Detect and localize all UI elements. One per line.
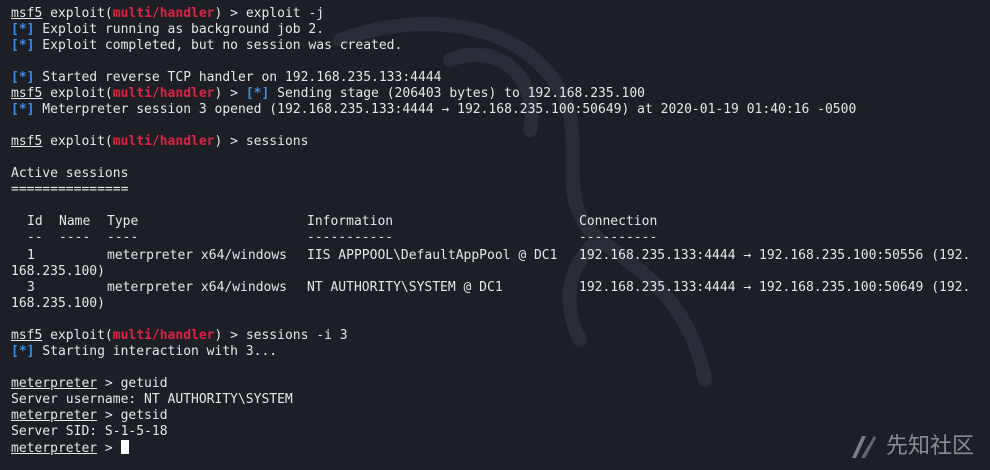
prompt-user: msf5: [11, 328, 43, 343]
command-text: sessions: [245, 134, 309, 149]
sessions-table-header-rule: -- ---- ---- ----------- ----------: [27, 230, 658, 245]
watermark-text: 先知社区: [885, 434, 974, 459]
table-row-wrap: 168.235.100): [11, 264, 105, 279]
header-type: Type: [107, 214, 139, 229]
header-connection: Connection: [579, 214, 658, 229]
sessions-rule: ===============: [11, 182, 129, 197]
session-connection: 192.168.235.133:4444 → 192.168.235.100:5…: [579, 248, 971, 263]
sessions-table-header: Id Name Type Information Connection: [11, 214, 990, 230]
output-line: Server SID: S-1-5-18: [11, 424, 168, 439]
status-line: [*] Exploit running as background job 2.: [11, 22, 325, 37]
xianzhi-logo-icon: [851, 436, 876, 458]
session-type: meterpreter x64/windows: [107, 248, 288, 263]
status-marker: [*]: [245, 86, 270, 101]
prompt-line: msf5 exploit(multi/handler) > sessions: [11, 134, 309, 149]
table-row: 1 meterpreter x64/windows IIS APPPOOL\De…: [11, 248, 990, 264]
status-marker: [*]: [11, 102, 35, 117]
session-id: 3: [27, 280, 35, 295]
prompt-module: multi/handler: [112, 328, 215, 343]
header-name: Name: [59, 214, 91, 229]
session-id: 1: [27, 248, 35, 263]
status-marker: [*]: [11, 70, 35, 85]
status-line: [*] Exploit completed, but no session wa…: [11, 38, 403, 53]
command-text: exploit -j: [245, 6, 325, 21]
prompt-user: msf5: [11, 86, 43, 101]
prompt-user: msf5: [11, 134, 43, 149]
session-information: IIS APPPOOL\DefaultAppPool @ DC1: [307, 248, 558, 263]
meterpreter-prompt: meterpreter: [11, 376, 98, 391]
status-marker: [*]: [11, 344, 35, 359]
session-information: NT AUTHORITY\SYSTEM @ DC1: [307, 280, 503, 295]
prompt-module: multi/handler: [112, 134, 215, 149]
prompt-line: msf5 exploit(multi/handler) > [*] Sendin…: [11, 86, 645, 101]
prompt-line: msf5 exploit(multi/handler) > sessions -…: [11, 328, 348, 343]
session-connection: 192.168.235.133:4444 → 192.168.235.100:5…: [579, 280, 971, 295]
command-text: sessions -i 3: [245, 328, 348, 343]
site-watermark: 先知社区: [848, 432, 974, 462]
terminal-output: msf5 exploit(multi/handler) > exploit -j…: [11, 0, 990, 470]
status-marker: [*]: [11, 22, 35, 37]
output-line: Server username: NT AUTHORITY\SYSTEM: [11, 392, 293, 407]
meterpreter-prompt: meterpreter: [11, 408, 98, 423]
prompt-line: msf5 exploit(multi/handler) > exploit -j: [11, 6, 325, 21]
status-marker: [*]: [11, 38, 35, 53]
meterpreter-prompt-line: meterpreter > getuid: [11, 376, 168, 391]
prompt-module: multi/handler: [112, 86, 215, 101]
status-line: [*] Started reverse TCP handler on 192.1…: [11, 70, 442, 85]
meterpreter-prompt-line: meterpreter > getsid: [11, 408, 168, 423]
session-type: meterpreter x64/windows: [107, 280, 288, 295]
prompt-user: msf5: [11, 6, 43, 21]
table-row-wrap: 168.235.100): [11, 296, 105, 311]
meterpreter-input-line[interactable]: meterpreter >: [11, 440, 129, 456]
header-id: Id: [27, 214, 43, 229]
status-line: [*] Starting interaction with 3...: [11, 344, 278, 359]
header-information: Information: [307, 214, 394, 229]
command-text: getsid: [120, 408, 168, 423]
command-text: getuid: [120, 376, 168, 391]
text-cursor[interactable]: [120, 440, 129, 454]
table-row: 3 meterpreter x64/windows NT AUTHORITY\S…: [11, 280, 990, 296]
prompt-module: multi/handler: [112, 6, 215, 21]
terminal-window[interactable]: msf5 exploit(multi/handler) > exploit -j…: [0, 0, 990, 470]
sessions-title: Active sessions: [11, 166, 129, 181]
meterpreter-prompt: meterpreter: [11, 441, 98, 456]
status-line: [*] Meterpreter session 3 opened (192.16…: [11, 102, 857, 117]
